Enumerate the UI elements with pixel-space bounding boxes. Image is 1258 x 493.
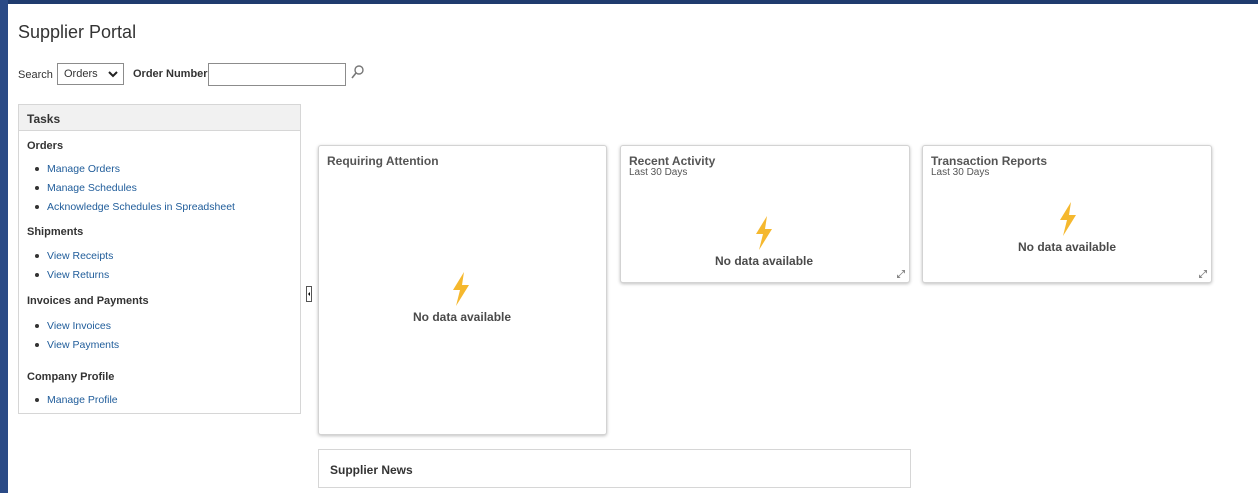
bullet [35,323,39,328]
card-subtitle: Last 30 Days [931,167,990,178]
expand-arrows-icon[interactable] [897,270,905,278]
empty-state-text: No data available [413,310,512,324]
task-link-label: View Payments [47,339,120,351]
card-title: Recent Activity [629,154,716,168]
card-subtitle: Last 30 Days [629,167,688,178]
page-title: Supplier Portal [18,22,137,42]
task-group-orders: Orders [27,140,64,152]
card-title: Transaction Reports [931,154,1048,168]
task-link-label: Manage Orders [47,163,120,175]
task-list-shipments: View Receipts View Returns [35,247,113,285]
order-number-input[interactable] [208,63,346,86]
task-link-label: Manage Schedules [47,182,137,194]
task-link-label: View Returns [47,269,110,281]
empty-state-text: No data available [715,254,814,268]
bullet [35,185,39,190]
bullet [35,272,39,277]
task-link-view-receipts[interactable]: View Receipts [35,247,113,266]
task-link-label: Manage Profile [47,394,118,406]
chevron-down-icon [108,71,118,78]
expand-arrows-icon[interactable] [1199,270,1207,278]
task-link-view-invoices[interactable]: View Invoices [35,317,119,336]
task-link-label: View Receipts [47,250,114,262]
search-label: Search [18,69,53,81]
lightning-bolt-icon [1060,202,1076,236]
bullet [35,397,39,402]
task-group-company-profile: Company Profile [27,371,115,383]
requiring-attention-card: Requiring Attention No data available [318,145,607,435]
search-category-select[interactable]: Orders [57,63,124,85]
lightning-bolt-icon [756,216,772,250]
transaction-reports-card: Transaction Reports Last 30 Days No data… [922,145,1212,283]
task-link-manage-orders[interactable]: Manage Orders [35,160,235,179]
tasks-panel-title: Tasks [19,105,300,131]
task-list-invoices-payments: View Invoices View Payments [35,317,119,355]
bullet [35,166,39,171]
task-link-label: View Invoices [47,320,112,332]
task-link-label: Acknowledge Schedules in Spreadsheet [47,201,235,213]
tasks-panel: Tasks Orders Manage Orders Manage Schedu… [18,104,301,414]
task-list-orders: Manage Orders Manage Schedules Acknowled… [35,160,235,217]
bullet [35,204,39,209]
task-list-company-profile: Manage Profile [35,391,118,410]
empty-state-text: No data available [1018,240,1117,254]
search-icon[interactable] [350,64,366,82]
task-link-manage-schedules[interactable]: Manage Schedules [35,179,235,198]
top-bar [0,0,1258,4]
order-number-label: Order Number [133,68,208,80]
task-group-invoices-payments: Invoices and Payments [27,295,149,307]
task-link-manage-profile[interactable]: Manage Profile [35,391,118,410]
left-edge-bar [0,0,8,493]
lightning-bolt-icon [453,272,469,306]
task-group-shipments: Shipments [27,226,84,238]
supplier-news-title: Supplier News [330,463,413,477]
task-link-view-returns[interactable]: View Returns [35,266,113,285]
bullet [35,253,39,258]
collapse-panel-icon[interactable] [306,286,312,302]
supplier-news-panel: Supplier News [318,449,911,488]
recent-activity-card: Recent Activity Last 30 Days No data ava… [620,145,910,283]
bullet [35,342,39,347]
search-category-value: Orders [64,68,98,80]
card-title: Requiring Attention [327,154,439,168]
task-link-view-payments[interactable]: View Payments [35,336,119,355]
task-link-acknowledge-schedules[interactable]: Acknowledge Schedules in Spreadsheet [35,198,235,217]
